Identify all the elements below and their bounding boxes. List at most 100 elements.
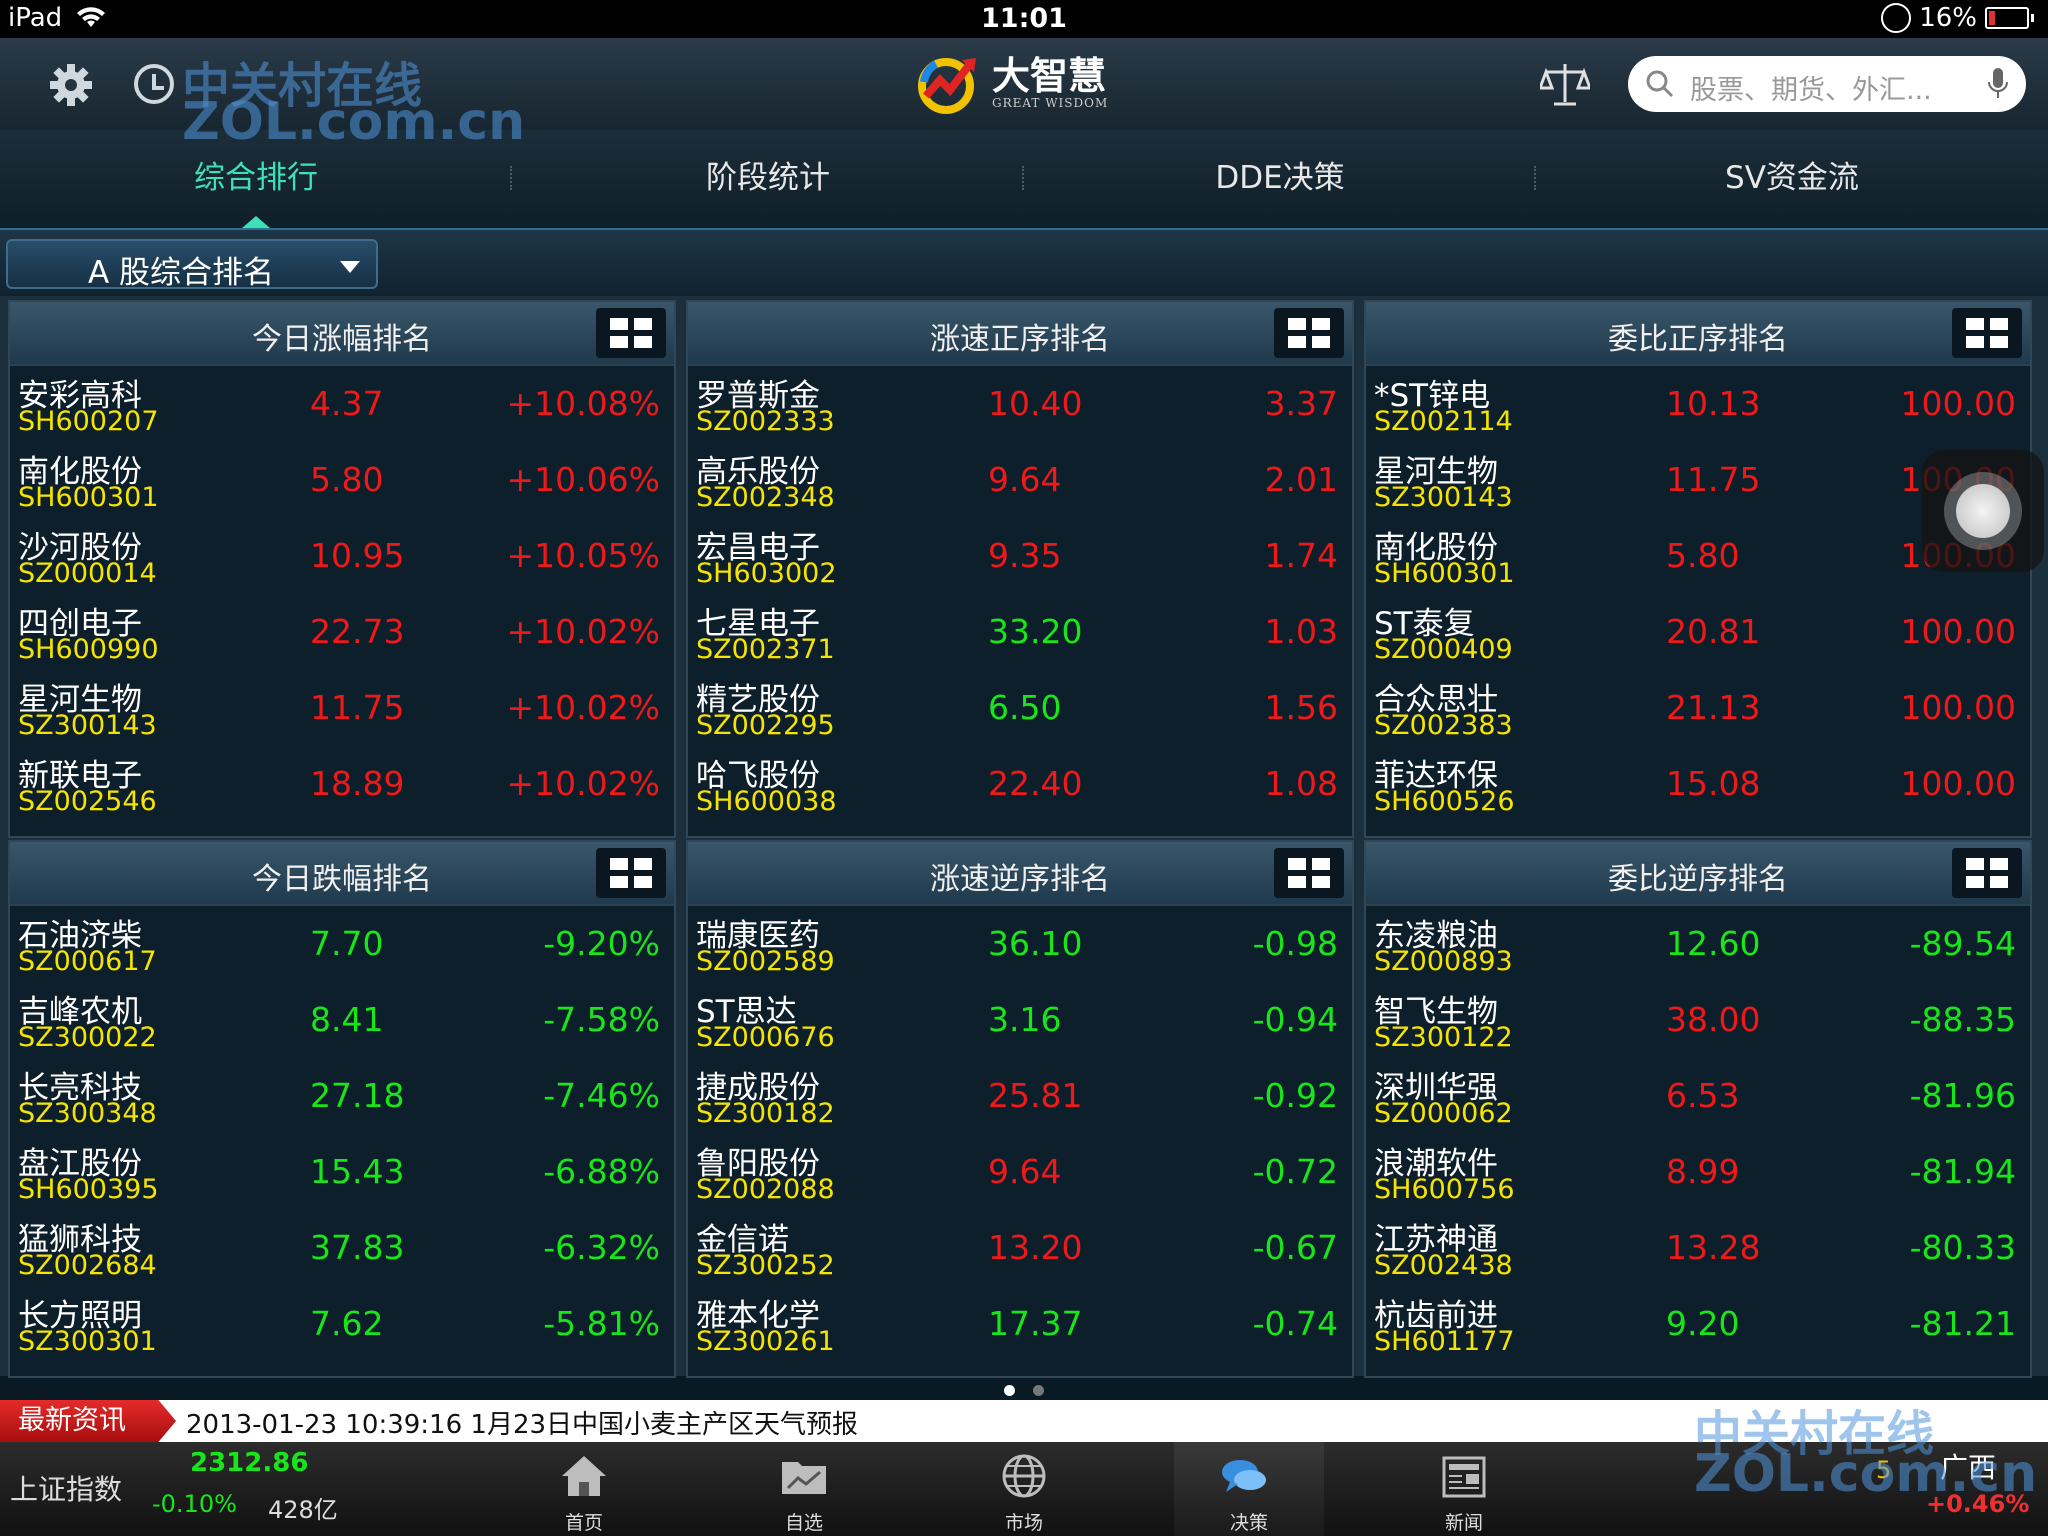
nav-label[interactable]: 决策 bbox=[1174, 1508, 1324, 1535]
nav-watchlist[interactable]: 自选 bbox=[734, 1442, 874, 1536]
stock-price: 8.41 bbox=[310, 1000, 384, 1039]
panel-header: 委比正序排名 bbox=[1366, 302, 2030, 366]
stock-code: SH600207 bbox=[18, 406, 159, 437]
stock-row[interactable]: 江苏神通 SZ002438 13.28 -80.33 bbox=[1366, 1210, 2030, 1286]
index-volume: 428亿 bbox=[268, 1496, 338, 1524]
nav-market[interactable]: 市场 bbox=[954, 1442, 1094, 1536]
stock-row[interactable]: 合众思壮 SZ002383 21.13 100.00 bbox=[1366, 670, 2030, 746]
stock-row[interactable]: 菲达环保 SH600526 15.08 100.00 bbox=[1366, 746, 2030, 822]
stock-row[interactable]: 鲁阳股份 SZ002088 9.64 -0.72 bbox=[688, 1134, 1352, 1210]
tab-label[interactable]: 综合排行 bbox=[194, 160, 318, 196]
page-dot[interactable] bbox=[1033, 1385, 1044, 1396]
stock-row[interactable]: 星河生物 SZ300143 11.75 +10.02% bbox=[10, 670, 674, 746]
dropdown-label[interactable]: A 股综合排名 bbox=[88, 247, 274, 292]
nav-home[interactable]: 首页 bbox=[514, 1442, 654, 1536]
stock-row[interactable]: 金信诺 SZ300252 13.20 -0.67 bbox=[688, 1210, 1352, 1286]
tab-label[interactable]: 阶段统计 bbox=[706, 160, 830, 196]
stock-price: 18.89 bbox=[310, 764, 405, 803]
stock-metric: +10.02% bbox=[506, 612, 660, 651]
stock-row[interactable]: 长方照明 SZ300301 7.62 -5.81% bbox=[10, 1286, 674, 1362]
stock-row[interactable]: ST泰复 SZ000409 20.81 100.00 bbox=[1366, 594, 2030, 670]
stock-row[interactable]: 罗普斯金 SZ002333 10.40 3.37 bbox=[688, 366, 1352, 442]
tab-label[interactable]: DDE决策 bbox=[1215, 160, 1344, 196]
stock-price: 9.35 bbox=[988, 536, 1062, 575]
stock-row[interactable]: 沙河股份 SZ000014 10.95 +10.05% bbox=[10, 518, 674, 594]
microphone-icon[interactable] bbox=[1988, 68, 2008, 100]
assistive-touch-button[interactable] bbox=[1922, 450, 2044, 572]
tab-dde-decision[interactable]: DDE决策 bbox=[1024, 130, 1536, 228]
stock-code: SZ300143 bbox=[18, 710, 157, 741]
news-headline[interactable]: 2013-01-23 10:39:16 1月23日中国小麦主产区天气预报 bbox=[186, 1404, 858, 1441]
balance-scale-icon[interactable] bbox=[1540, 60, 1590, 108]
search-box[interactable]: 股票、期货、外汇... bbox=[1628, 56, 2026, 112]
stock-row[interactable]: 高乐股份 SZ002348 9.64 2.01 bbox=[688, 442, 1352, 518]
grid-view-icon[interactable] bbox=[1952, 848, 2022, 898]
grid-cell bbox=[1966, 336, 1984, 348]
stock-row[interactable]: 盘江股份 SH600395 15.43 -6.88% bbox=[10, 1134, 674, 1210]
stock-metric: +10.08% bbox=[506, 384, 660, 423]
tab-sv-fund-flow[interactable]: SV资金流 bbox=[1536, 130, 2048, 228]
stock-row[interactable]: 深圳华强 SZ000062 6.53 -81.96 bbox=[1366, 1058, 2030, 1134]
stock-price: 25.81 bbox=[988, 1076, 1083, 1115]
stock-row[interactable]: *ST锌电 SZ002114 10.13 100.00 bbox=[1366, 366, 2030, 442]
stock-row[interactable]: ST思达 SZ000676 3.16 -0.94 bbox=[688, 982, 1352, 1058]
grid-view-icon[interactable] bbox=[596, 308, 666, 358]
stock-row[interactable]: 石油济柴 SZ000617 7.70 -9.20% bbox=[10, 906, 674, 982]
stock-code: SH600526 bbox=[1374, 786, 1515, 817]
stock-row[interactable]: 七星电子 SZ002371 33.20 1.03 bbox=[688, 594, 1352, 670]
stock-row[interactable]: 安彩高科 SH600207 4.37 +10.08% bbox=[10, 366, 674, 442]
nav-decision[interactable]: 决策 bbox=[1174, 1442, 1324, 1536]
stock-row[interactable]: 雅本化学 SZ300261 17.37 -0.74 bbox=[688, 1286, 1352, 1362]
grid-view-icon[interactable] bbox=[1274, 848, 1344, 898]
market-select-dropdown[interactable]: A 股综合排名 bbox=[6, 239, 378, 292]
grid-view-icon[interactable] bbox=[1274, 308, 1344, 358]
nav-label[interactable]: 市场 bbox=[954, 1508, 1094, 1535]
panel-header: 涨速逆序排名 bbox=[688, 842, 1352, 906]
stock-code: SZ002333 bbox=[696, 406, 835, 437]
grid-view-icon[interactable] bbox=[596, 848, 666, 898]
nav-label[interactable]: 首页 bbox=[514, 1508, 654, 1535]
stock-row[interactable]: 南化股份 SH600301 5.80 +10.06% bbox=[10, 442, 674, 518]
stock-row[interactable]: 长亮科技 SZ300348 27.18 -7.46% bbox=[10, 1058, 674, 1134]
stock-row[interactable]: 精艺股份 SZ002295 6.50 1.56 bbox=[688, 670, 1352, 746]
grid-cell bbox=[634, 318, 652, 330]
assistive-touch-icon bbox=[1956, 484, 2010, 538]
app-logo: 大智慧 GREAT WISDOM bbox=[916, 52, 1108, 114]
grid-cell bbox=[1288, 876, 1306, 888]
stock-metric: -0.72 bbox=[1252, 1152, 1338, 1191]
tab-label[interactable]: SV资金流 bbox=[1725, 160, 1859, 196]
grid-view-icon[interactable] bbox=[1952, 308, 2022, 358]
stock-price: 27.18 bbox=[310, 1076, 405, 1115]
stock-price: 5.80 bbox=[310, 460, 384, 499]
index-name[interactable]: 上证指数 bbox=[10, 1468, 122, 1508]
stock-row[interactable]: 杭齿前进 SH601177 9.20 -81.21 bbox=[1366, 1286, 2030, 1362]
chevron-down-icon[interactable] bbox=[340, 261, 360, 273]
stock-row[interactable]: 东凌粮油 SZ000893 12.60 -89.54 bbox=[1366, 906, 2030, 982]
nav-label[interactable]: 新闻 bbox=[1394, 1508, 1534, 1535]
stock-price: 15.08 bbox=[1666, 764, 1761, 803]
nav-label[interactable]: 自选 bbox=[734, 1508, 874, 1535]
stock-metric: -81.94 bbox=[1909, 1152, 2016, 1191]
history-clock-icon[interactable] bbox=[134, 64, 174, 104]
stock-code: SZ000676 bbox=[696, 1022, 835, 1053]
gear-icon[interactable] bbox=[48, 62, 94, 108]
stock-row[interactable]: 浪潮软件 SH600756 8.99 -81.94 bbox=[1366, 1134, 2030, 1210]
stock-row[interactable]: 智飞生物 SZ300122 38.00 -88.35 bbox=[1366, 982, 2030, 1058]
stock-code: SZ000617 bbox=[18, 946, 157, 977]
stock-row[interactable]: 新联电子 SZ002546 18.89 +10.02% bbox=[10, 746, 674, 822]
stock-row[interactable]: 哈飞股份 SH600038 22.40 1.08 bbox=[688, 746, 1352, 822]
stock-row[interactable]: 瑞康医药 SZ002589 36.10 -0.98 bbox=[688, 906, 1352, 982]
stock-price: 12.60 bbox=[1666, 924, 1761, 963]
stock-row[interactable]: 宏昌电子 SH603002 9.35 1.74 bbox=[688, 518, 1352, 594]
search-placeholder[interactable]: 股票、期货、外汇... bbox=[1690, 68, 1932, 107]
stock-code: SZ002589 bbox=[696, 946, 835, 977]
page-dot-active[interactable] bbox=[1004, 1385, 1015, 1396]
stock-metric: -5.81% bbox=[543, 1304, 660, 1343]
stock-row[interactable]: 猛狮科技 SZ002684 37.83 -6.32% bbox=[10, 1210, 674, 1286]
stock-row[interactable]: 吉峰农机 SZ300022 8.41 -7.58% bbox=[10, 982, 674, 1058]
nav-news[interactable]: 新闻 bbox=[1394, 1442, 1534, 1536]
tab-period-stats[interactable]: 阶段统计 bbox=[512, 130, 1024, 228]
stock-row[interactable]: 四创电子 SH600990 22.73 +10.02% bbox=[10, 594, 674, 670]
stock-row[interactable]: 捷成股份 SZ300182 25.81 -0.92 bbox=[688, 1058, 1352, 1134]
grid-cell bbox=[1312, 336, 1330, 348]
